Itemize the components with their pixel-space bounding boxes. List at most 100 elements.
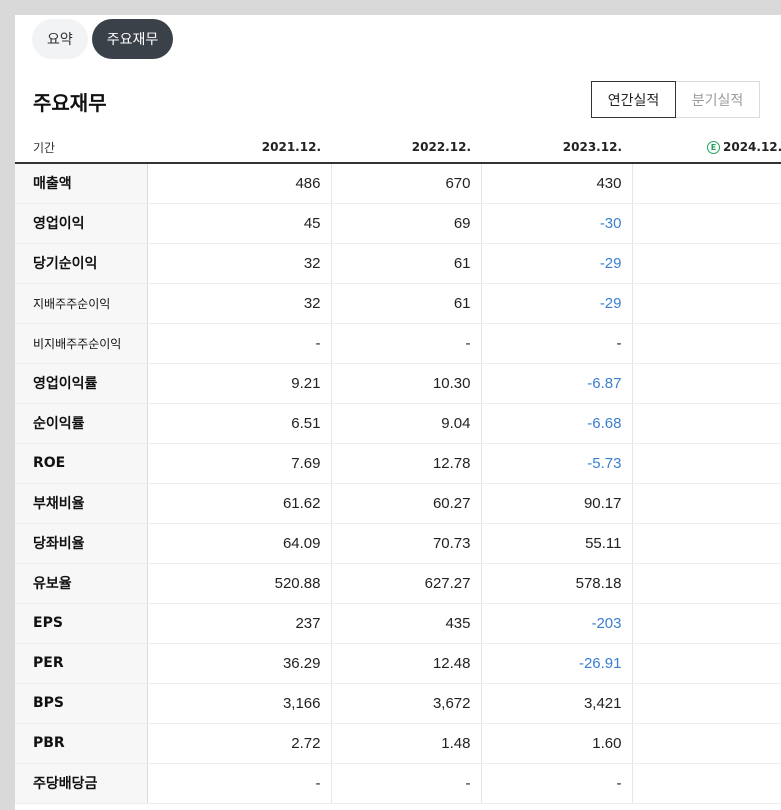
row-label: 부채비율 bbox=[15, 482, 148, 524]
table-cell: 1.48 bbox=[330, 723, 481, 764]
table-cell: - bbox=[631, 163, 781, 204]
tab-bar: 요약 주요재무 bbox=[32, 19, 174, 59]
financial-card: 요약 주요재무 주요재무 연간실적 분기실적 기간 2021.12. 2022.… bbox=[15, 15, 781, 810]
table-cell: 10.30 bbox=[330, 362, 481, 404]
row-label: 주당배당금 bbox=[15, 762, 148, 804]
table-row: 지배주주순이익3261-29- bbox=[15, 283, 781, 324]
table-cell: 627.27 bbox=[330, 563, 481, 604]
table-row: 영업이익4569-30- bbox=[15, 203, 781, 244]
table-row: PER36.2912.48-26.91- bbox=[15, 643, 781, 684]
table-cell: - bbox=[631, 243, 781, 284]
table-cell: - bbox=[330, 323, 481, 364]
row-label: ROE bbox=[15, 443, 148, 484]
row-label: 영업이익률 bbox=[15, 362, 148, 404]
table-row: 비지배주주순이익---- bbox=[15, 323, 781, 364]
section-title: 주요재무 bbox=[33, 91, 107, 115]
table-row: 매출액486670430- bbox=[15, 163, 781, 204]
table-cell: - bbox=[631, 683, 781, 724]
table-cell: - bbox=[480, 323, 632, 364]
quarterly-button[interactable]: 분기실적 bbox=[675, 81, 760, 118]
table-cell: - bbox=[631, 563, 781, 604]
row-label: 영업이익 bbox=[15, 203, 148, 244]
table-header-row: 기간 2021.12. 2022.12. 2023.12. E 2024.12. bbox=[15, 132, 781, 164]
table-cell: 430 bbox=[480, 163, 632, 204]
tab-summary[interactable]: 요약 bbox=[32, 19, 88, 59]
table-cell: - bbox=[631, 203, 781, 244]
table-row: BPS3,1663,6723,421- bbox=[15, 683, 781, 724]
table-row: ROE7.6912.78-5.73- bbox=[15, 443, 781, 484]
table-cell: 2.72 bbox=[146, 723, 331, 764]
row-label: 비지배주주순이익 bbox=[15, 323, 148, 364]
table-cell: - bbox=[631, 643, 781, 684]
table-cell: - bbox=[631, 762, 781, 804]
table-cell: -6.68 bbox=[480, 403, 632, 444]
table-cell: 3,672 bbox=[330, 683, 481, 724]
table-cell: 9.04 bbox=[330, 403, 481, 444]
table-cell: 32 bbox=[146, 243, 331, 284]
table-cell: 60.27 bbox=[330, 482, 481, 524]
row-label: EPS bbox=[15, 602, 148, 644]
table-cell: - bbox=[631, 482, 781, 524]
table-cell: -203 bbox=[480, 602, 632, 644]
table-cell: 578.18 bbox=[480, 563, 632, 604]
table-cell: 90.17 bbox=[480, 482, 632, 524]
table-cell: 6.51 bbox=[146, 403, 331, 444]
estimate-icon: E bbox=[707, 141, 720, 154]
table-cell: - bbox=[631, 323, 781, 364]
table-cell: 520.88 bbox=[146, 563, 331, 604]
column-header-estimate: E 2024.12. bbox=[632, 132, 781, 164]
annual-button[interactable]: 연간실적 bbox=[591, 81, 676, 118]
period-toggle: 연간실적 분기실적 bbox=[591, 81, 760, 118]
table-row: 부채비율61.6260.2790.17- bbox=[15, 482, 781, 524]
table-cell: -30 bbox=[480, 203, 632, 244]
column-header: 2021.12. bbox=[147, 132, 331, 164]
table-cell: - bbox=[631, 403, 781, 444]
table-cell: - bbox=[631, 283, 781, 324]
table-cell: - bbox=[480, 762, 632, 804]
table-row: PBR2.721.481.60- bbox=[15, 723, 781, 764]
table-cell: 486 bbox=[146, 163, 331, 204]
column-header: 2023.12. bbox=[481, 132, 632, 164]
table-cell: - bbox=[631, 362, 781, 404]
table-cell: - bbox=[631, 602, 781, 644]
table-cell: 237 bbox=[146, 602, 331, 644]
table-cell: 12.48 bbox=[330, 643, 481, 684]
table-cell: -29 bbox=[480, 243, 632, 284]
table-cell: 61.62 bbox=[146, 482, 331, 524]
row-label: 지배주주순이익 bbox=[15, 283, 148, 324]
table-cell: - bbox=[330, 762, 481, 804]
financial-table: 기간 2021.12. 2022.12. 2023.12. E 2024.12. … bbox=[15, 132, 781, 804]
table-cell: 64.09 bbox=[146, 523, 331, 564]
table-cell: 61 bbox=[330, 283, 481, 324]
table-row: 당기순이익3261-29- bbox=[15, 243, 781, 284]
table-cell: 12.78 bbox=[330, 443, 481, 484]
row-label: BPS bbox=[15, 683, 148, 724]
row-label: PER bbox=[15, 643, 148, 684]
table-body: 매출액486670430-영업이익4569-30-당기순이익3261-29-지배… bbox=[15, 163, 781, 804]
table-row: 당좌비율64.0970.7355.11- bbox=[15, 523, 781, 564]
row-label: PBR bbox=[15, 723, 148, 764]
table-row: 주당배당금---- bbox=[15, 762, 781, 804]
table-cell: 36.29 bbox=[146, 643, 331, 684]
table-cell: - bbox=[631, 443, 781, 484]
table-cell: 70.73 bbox=[330, 523, 481, 564]
table-cell: -26.91 bbox=[480, 643, 632, 684]
table-cell: 3,421 bbox=[480, 683, 632, 724]
table-cell: -6.87 bbox=[480, 362, 632, 404]
table-cell: -29 bbox=[480, 283, 632, 324]
row-label: 당기순이익 bbox=[15, 243, 148, 284]
column-header-label: 2024.12. bbox=[723, 140, 781, 154]
row-label: 매출액 bbox=[15, 163, 148, 204]
table-row: 유보율520.88627.27578.18- bbox=[15, 563, 781, 604]
tab-key-financials[interactable]: 주요재무 bbox=[91, 19, 174, 59]
table-cell: 435 bbox=[330, 602, 481, 644]
table-cell: - bbox=[146, 323, 331, 364]
table-cell: 55.11 bbox=[480, 523, 632, 564]
table-cell: 32 bbox=[146, 283, 331, 324]
table-row: 영업이익률9.2110.30-6.87- bbox=[15, 362, 781, 404]
table-cell: 45 bbox=[146, 203, 331, 244]
table-cell: 670 bbox=[330, 163, 481, 204]
table-cell: 61 bbox=[330, 243, 481, 284]
table-cell: 1.60 bbox=[480, 723, 632, 764]
row-label: 유보율 bbox=[15, 563, 148, 604]
